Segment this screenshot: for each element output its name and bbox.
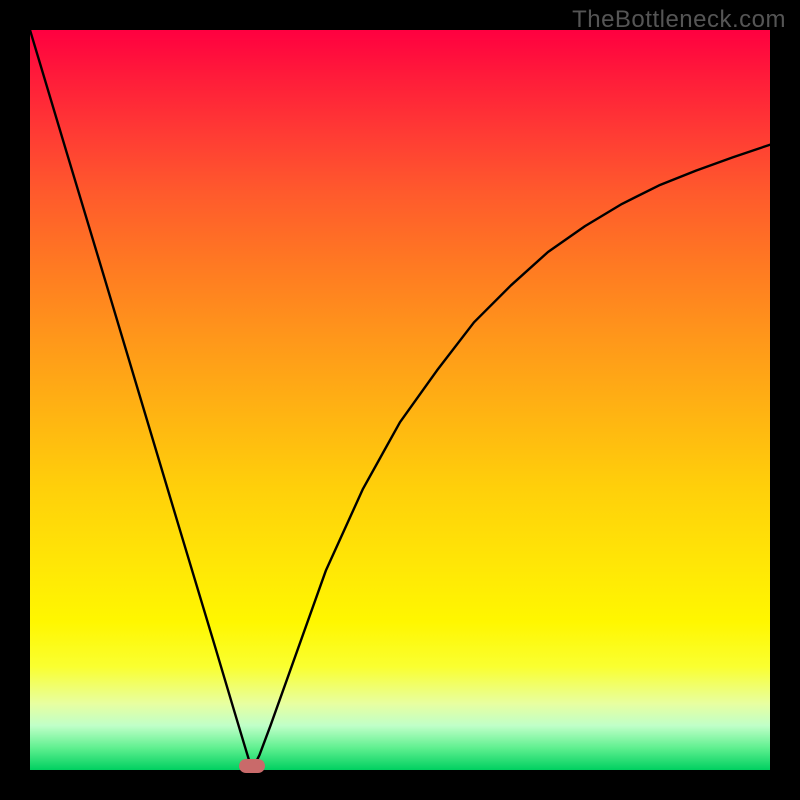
chart-frame: TheBottleneck.com — [0, 0, 800, 800]
watermark-text: TheBottleneck.com — [572, 6, 786, 34]
bottleneck-curve — [30, 30, 770, 770]
optimum-marker — [239, 759, 265, 773]
